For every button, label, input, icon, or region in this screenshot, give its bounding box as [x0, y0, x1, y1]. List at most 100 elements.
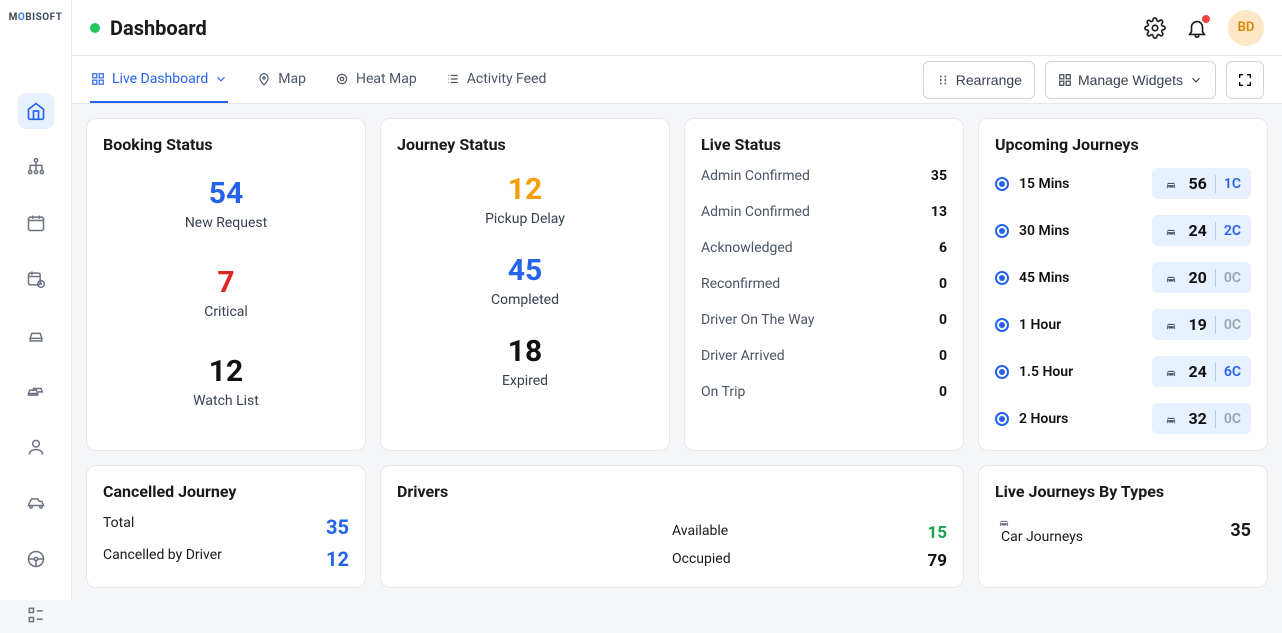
count-value: 19 — [1188, 315, 1206, 334]
sidebar-item-widgets[interactable] — [18, 597, 54, 633]
row-value: 6 — [939, 240, 947, 256]
button-label: Manage Widgets — [1078, 72, 1183, 88]
card-title: Live Status — [701, 135, 947, 154]
sidebar-item-car[interactable] — [18, 317, 54, 353]
upcoming-row[interactable]: 15 Mins 56 1C — [995, 168, 1251, 199]
tab-live-dashboard[interactable]: Live Dashboard — [90, 56, 228, 103]
upcoming-row[interactable]: 1 Hour190C — [995, 309, 1251, 340]
sidebar-item-fleet[interactable] — [18, 373, 54, 409]
driver-row: Available15 — [672, 523, 947, 543]
tab-heat-map[interactable]: Heat Map — [334, 56, 417, 103]
time-label: 45 Mins — [1019, 270, 1142, 286]
card-title: Journey Status — [397, 135, 653, 154]
upcoming-row[interactable]: 30 Mins242C — [995, 215, 1251, 246]
stat-item: 12Pickup Delay — [397, 172, 653, 227]
cancelled-row: Total35 — [103, 515, 349, 539]
logo: MOBISOFT — [0, 12, 71, 23]
row-value: 0 — [939, 312, 947, 328]
upcoming-journeys-card: Upcoming Journeys 15 Mins561C30 Mins242C… — [978, 118, 1268, 451]
stat-label: Critical — [103, 304, 349, 320]
critical-count: 2C — [1224, 223, 1241, 239]
radio-icon — [995, 318, 1009, 332]
row-value: 13 — [931, 204, 947, 220]
live-status-row: Driver Arrived0 — [701, 348, 947, 364]
fullscreen-button[interactable] — [1226, 61, 1264, 99]
sidebar-item-schedule[interactable] — [18, 261, 54, 297]
sidebar-item-steering[interactable] — [18, 541, 54, 577]
journey-count-pill: 200C — [1152, 262, 1251, 293]
time-label: 15 Mins — [1019, 176, 1142, 192]
card-title: Live Journeys By Types — [995, 482, 1251, 501]
sidebar-item-user[interactable] — [18, 429, 54, 465]
live-status-row: On Trip0 — [701, 384, 947, 400]
critical-count: 6C — [1224, 364, 1241, 380]
row-value: 35 — [1230, 520, 1251, 541]
upcoming-row[interactable]: 1.5 Hour 24 6C — [995, 356, 1251, 387]
target-icon — [334, 71, 350, 87]
sidebar-item-home[interactable] — [18, 93, 54, 129]
stat-label: Completed — [397, 292, 653, 308]
calendar-icon — [26, 213, 46, 233]
row-label: Available — [672, 523, 728, 543]
time-label: 2 Hours — [1019, 411, 1142, 427]
car-icon — [1162, 271, 1180, 285]
sidebar-item-vehicle[interactable] — [18, 485, 54, 521]
stat-item: 45Completed — [397, 253, 653, 308]
live-status-card: Live Status Admin Confirmed35Admin Confi… — [684, 118, 964, 451]
home-icon — [26, 101, 46, 121]
critical-count: 1C — [1224, 176, 1241, 192]
rearrange-button[interactable]: Rearrange — [923, 61, 1035, 99]
tab-label: Live Dashboard — [112, 71, 208, 87]
tab-label: Map — [278, 71, 306, 87]
car-side-icon — [25, 493, 47, 513]
sidebar: MOBISOFT — [0, 0, 72, 600]
card-title: Cancelled Journey — [103, 482, 349, 501]
settings-button[interactable] — [1144, 17, 1166, 39]
time-label: 1.5 Hour — [1019, 364, 1142, 380]
car-icon — [1162, 224, 1180, 238]
page-title: Dashboard — [110, 16, 1144, 40]
tab-activity-feed[interactable]: Activity Feed — [445, 56, 547, 103]
user-avatar[interactable]: BD — [1228, 10, 1264, 46]
stat-label: New Request — [103, 215, 349, 231]
widgets-icon — [26, 605, 46, 625]
drivers-card: Drivers Available15Occupied79 — [380, 465, 964, 588]
stat-item: 12Watch List — [103, 354, 349, 409]
critical-count: 0C — [1224, 317, 1241, 333]
upcoming-row[interactable]: 2 Hours320C — [995, 403, 1251, 434]
car-icon — [1162, 365, 1180, 379]
upcoming-row[interactable]: 45 Mins 200C — [995, 262, 1251, 293]
row-label: Car Journeys — [995, 515, 1083, 545]
row-value: 0 — [939, 276, 947, 292]
car-icon — [26, 325, 46, 345]
count-value: 24 — [1188, 221, 1206, 240]
tab-map[interactable]: Map — [256, 56, 306, 103]
row-label: Total — [103, 515, 134, 539]
stat-item: 54New Request — [103, 176, 349, 231]
calendar-clock-icon — [26, 269, 46, 289]
online-indicator — [90, 23, 100, 33]
row-label: Driver Arrived — [701, 348, 785, 364]
row-label: Admin Confirmed — [701, 204, 810, 220]
steering-icon — [26, 549, 46, 569]
stat-value: 12 — [103, 354, 349, 389]
critical-count: 0C — [1224, 270, 1241, 286]
journey-count-pill: 19 0C — [1152, 309, 1251, 340]
car-icon — [1162, 177, 1180, 191]
count-value: 56 — [1188, 174, 1206, 193]
radio-icon — [995, 177, 1009, 191]
sidebar-item-calendar[interactable] — [18, 205, 54, 241]
row-label: Admin Confirmed — [701, 168, 810, 184]
stat-item: 18Expired — [397, 334, 653, 389]
topbar: Dashboard BD — [72, 0, 1282, 56]
count-value: 24 — [1188, 362, 1206, 381]
manage-widgets-button[interactable]: Manage Widgets — [1045, 61, 1216, 99]
row-label: Cancelled by Driver — [103, 547, 222, 571]
notifications-button[interactable] — [1186, 17, 1208, 39]
row-label: Reconfirmed — [701, 276, 780, 292]
cars-icon — [26, 381, 46, 401]
cancelled-journey-card: Cancelled Journey Total35 Cancelled by Dr… — [86, 465, 366, 588]
sidebar-item-org[interactable] — [18, 149, 54, 185]
radio-icon — [995, 224, 1009, 238]
live-status-row: Admin Confirmed 13 — [701, 204, 947, 220]
